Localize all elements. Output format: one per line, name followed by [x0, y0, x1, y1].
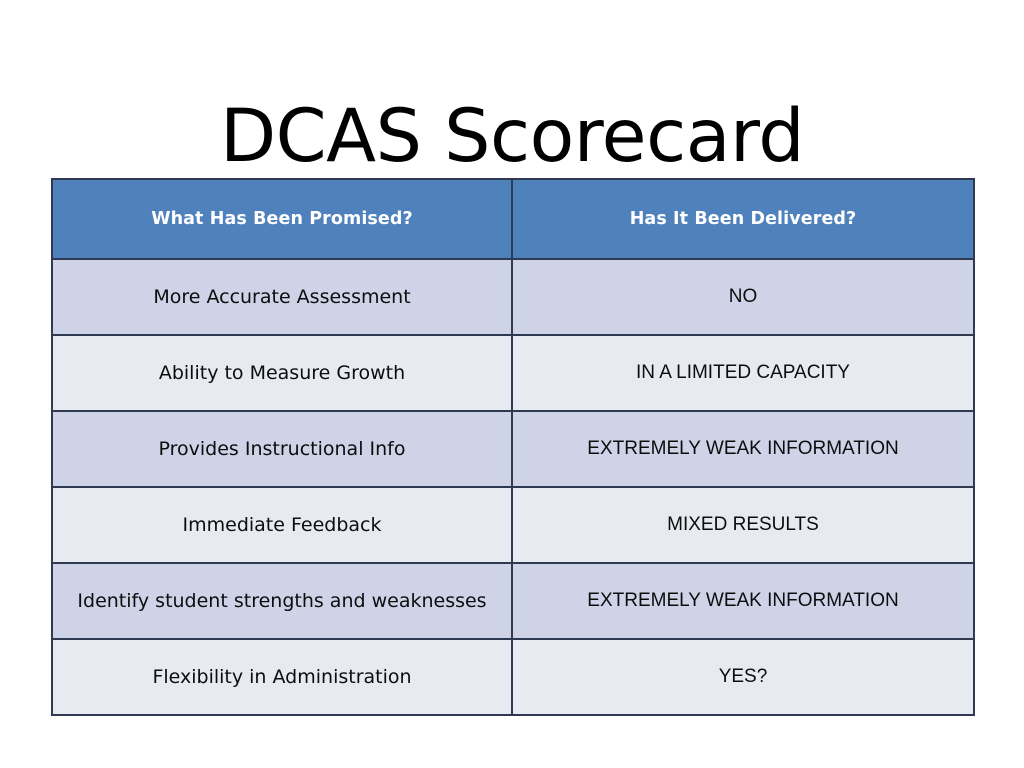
scorecard-table: What Has Been Promised? Has It Been Deli… [51, 178, 975, 716]
cell-delivered: EXTREMELY WEAK INFORMATION [511, 410, 975, 488]
cell-delivered: NO [511, 258, 975, 336]
table-row: Flexibility in Administration YES? [51, 638, 975, 716]
table-row: More Accurate Assessment NO [51, 258, 975, 336]
cell-promised: Provides Instructional Info [51, 410, 513, 488]
table-row: Provides Instructional Info EXTREMELY WE… [51, 410, 975, 488]
page-title: DCAS Scorecard [219, 93, 805, 179]
cell-delivered: IN A LIMITED CAPACITY [511, 334, 975, 412]
cell-promised: Flexibility in Administration [51, 638, 513, 716]
table-header-row: What Has Been Promised? Has It Been Deli… [51, 178, 975, 260]
table-row: Immediate Feedback MIXED RESULTS [51, 486, 975, 564]
cell-delivered: EXTREMELY WEAK INFORMATION [511, 562, 975, 640]
column-header-promised: What Has Been Promised? [51, 178, 513, 260]
table-row: Ability to Measure Growth IN A LIMITED C… [51, 334, 975, 412]
cell-promised: Immediate Feedback [51, 486, 513, 564]
column-header-delivered: Has It Been Delivered? [511, 178, 975, 260]
cell-delivered: MIXED RESULTS [511, 486, 975, 564]
slide-canvas: DCAS Scorecard What Has Been Promised? H… [0, 0, 1024, 768]
cell-promised: More Accurate Assessment [51, 258, 513, 336]
cell-delivered: YES? [511, 638, 975, 716]
cell-promised: Identify student strengths and weaknesse… [51, 562, 513, 640]
cell-promised: Ability to Measure Growth [51, 334, 513, 412]
table-row: Identify student strengths and weaknesse… [51, 562, 975, 640]
